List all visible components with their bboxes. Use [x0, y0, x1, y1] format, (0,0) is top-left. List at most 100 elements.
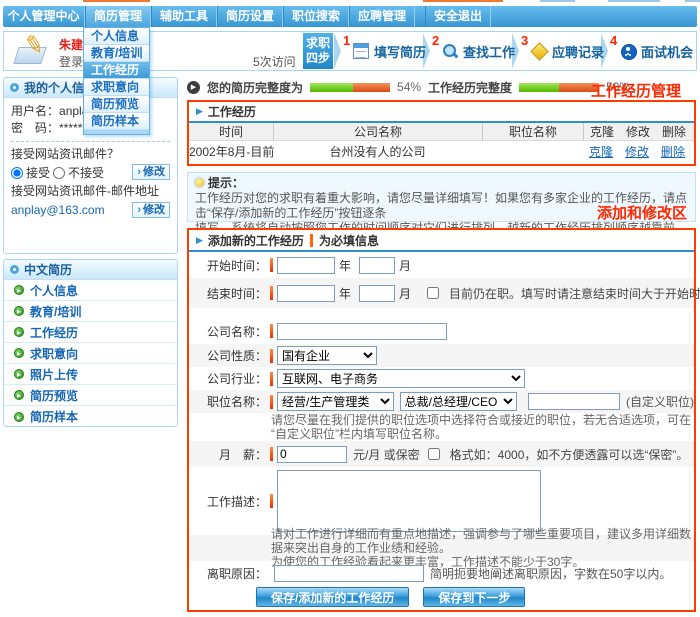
- resume-completeness-pct: 54%: [397, 80, 421, 94]
- magnifier-icon: [442, 43, 458, 59]
- required-marker-icon: [270, 324, 273, 338]
- green-bullet-icon: ▸: [14, 327, 24, 337]
- form-title: 添加新的工作经历: [208, 232, 304, 249]
- accept-label: 接受: [26, 165, 50, 182]
- button-row: 保存/添加新的工作经历 保存到下一步: [189, 585, 694, 609]
- step-number: 4: [610, 33, 617, 48]
- table-row: 2002年8月-目前 台州没有人的公司 克隆 修改 删除: [189, 141, 694, 161]
- custom-position-note: (自定义职位): [626, 393, 694, 410]
- required-marker-icon: [310, 234, 313, 247]
- clone-link[interactable]: 克隆: [589, 145, 613, 159]
- sidebar-item-photo-upload[interactable]: ▸照片上传: [4, 364, 177, 385]
- nav-item-job-search[interactable]: 职位搜索: [283, 6, 349, 27]
- resume-completeness-bar: [310, 83, 390, 92]
- nav-item-application-management[interactable]: 应聘管理: [349, 6, 415, 27]
- person-icon: [620, 43, 636, 59]
- table-header: 时间 公司名称 职位名称 克隆 修改 删除: [189, 123, 694, 141]
- end-month-input[interactable]: [359, 285, 395, 302]
- sidebar-item-work-experience[interactable]: ▸工作经历: [4, 322, 177, 343]
- salary-input[interactable]: [277, 446, 347, 463]
- col-modify: 修改: [620, 123, 656, 140]
- company-name-row: 公司名称：: [189, 318, 694, 344]
- sidebar-item-personal-info[interactable]: ▸个人信息: [4, 280, 177, 301]
- step-label: 面试机会: [641, 42, 693, 61]
- modify-mail-addr-button[interactable]: ›修改: [132, 202, 170, 218]
- panel-header: 中文简历: [4, 260, 177, 280]
- nav-item-logout[interactable]: 安全退出: [425, 6, 491, 27]
- salary-secret-checkbox[interactable]: [428, 448, 440, 460]
- nav-item-resume-management[interactable]: 简历管理: [85, 6, 151, 27]
- required-marker-icon: [270, 349, 273, 363]
- resign-reason-input[interactable]: [274, 565, 424, 582]
- visit-count-text: 5次访问: [253, 53, 296, 70]
- start-year-input[interactable]: [277, 257, 335, 274]
- work-completeness-label: 工作经历完整度: [428, 79, 512, 96]
- mail-question: 接受网站资讯邮件？: [11, 146, 170, 163]
- sidebar-item-education-training[interactable]: ▸教育/培训: [4, 301, 177, 322]
- nav-item-personal-center[interactable]: 个人管理中心: [3, 6, 85, 27]
- menu-item-resume-preview[interactable]: 简历预览: [84, 96, 149, 113]
- sidebar-item-resume-sample[interactable]: ▸简历样本: [4, 406, 177, 427]
- resume-management-dropdown: 个人信息 教育/培训 工作经历 求职意向 简历预览 简历样本: [83, 27, 150, 135]
- end-time-row: 结束时间： 年 月 目前仍在职。填写时请注意结束时间大于开始时间。: [189, 278, 694, 308]
- top-tick: [608, 0, 660, 2]
- start-time-row: 开始时间： 年 月: [189, 252, 694, 278]
- company-name-input[interactable]: [277, 323, 447, 340]
- col-time: 时间: [189, 123, 273, 140]
- triangle-icon: ▶: [196, 106, 203, 117]
- salary-unit: 元/月 或保密: [353, 446, 420, 463]
- reject-radio[interactable]: [53, 167, 65, 179]
- cell-time: 2002年8月-目前: [189, 143, 273, 160]
- lightbulb-icon: [195, 178, 204, 187]
- start-month-input[interactable]: [359, 257, 395, 274]
- salary-note: 格式如：4000，如不方便透露可以选“保密”。: [450, 446, 689, 463]
- col-position: 职位名称: [482, 123, 583, 140]
- four-steps-badge: 求职四步: [303, 33, 333, 69]
- col-clone: 克隆: [584, 123, 620, 140]
- section-title: 工作经历: [208, 103, 256, 120]
- save-add-button[interactable]: 保存/添加新的工作经历: [256, 587, 409, 607]
- calendar-icon: [353, 43, 369, 59]
- job-description-textarea[interactable]: [277, 470, 541, 532]
- current-job-checkbox[interactable]: [427, 287, 439, 299]
- position-select[interactable]: 总裁/总经理/CEO: [400, 392, 517, 411]
- modify-link[interactable]: 修改: [625, 145, 649, 159]
- step-interview-chance[interactable]: 4 面试机会: [609, 33, 689, 69]
- required-marker-icon: [270, 372, 273, 386]
- nav-item-resume-settings[interactable]: 简历设置: [217, 6, 283, 27]
- step-application-record[interactable]: 3 应聘记录: [520, 33, 600, 69]
- company-nature-select[interactable]: 国有企业: [277, 346, 377, 365]
- position-row: 职位名称： 经营/生产管理类 总裁/总经理/CEO (自定义职位): [189, 390, 694, 413]
- menu-item-personal-info[interactable]: 个人信息: [84, 28, 149, 45]
- custom-position-input[interactable]: [528, 393, 620, 410]
- industry-select[interactable]: 互联网、电子商务: [277, 369, 525, 388]
- mail-addr-label: 接受网站资讯邮件-邮件地址: [11, 183, 170, 200]
- gem-icon: [531, 43, 547, 59]
- step-number: 2: [432, 33, 439, 48]
- mail-radio-row: 接受 不接受 ›修改: [11, 163, 170, 183]
- menu-item-resume-sample[interactable]: 简历样本: [84, 113, 149, 130]
- menu-item-education-training[interactable]: 教育/培训: [84, 45, 149, 62]
- step-find-job[interactable]: 2 查找工作: [431, 33, 511, 69]
- menu-item-job-intention[interactable]: 求职意向: [84, 79, 149, 96]
- description-row: 工作描述：: [189, 467, 694, 535]
- modify-mail-pref-button[interactable]: ›修改: [132, 164, 170, 180]
- save-next-button[interactable]: 保存到下一步: [423, 587, 525, 607]
- resign-reason-row: 离职原因： 简明扼要地阐述离职原因，字数在50字以内。: [189, 561, 694, 585]
- position-category-select[interactable]: 经营/生产管理类: [277, 392, 394, 411]
- step-fill-resume[interactable]: 1 填写简历: [342, 33, 422, 69]
- sidebar-item-job-intention[interactable]: ▸求职意向: [4, 343, 177, 364]
- menu-item-work-experience[interactable]: 工作经历: [84, 62, 149, 79]
- green-bullet-icon: ▸: [14, 306, 24, 316]
- end-year-input[interactable]: [277, 285, 335, 302]
- panel-title: 中文简历: [24, 261, 72, 278]
- nav-item-tools[interactable]: 辅助工具: [151, 6, 217, 27]
- work-experience-box: ▶ 工作经历 时间 公司名称 职位名称 克隆 修改 删除 2002年8月-目前 …: [187, 100, 696, 166]
- annotation-work-experience-management: 工作经历管理: [591, 80, 681, 101]
- step-number: 1: [343, 33, 350, 48]
- delete-link[interactable]: 删除: [661, 145, 685, 159]
- col-company: 公司名称: [273, 123, 482, 140]
- sidebar-item-resume-preview[interactable]: ▸简历预览: [4, 385, 177, 406]
- accept-radio[interactable]: [11, 167, 23, 179]
- mail-addr-row: anplay@163.com ›修改: [11, 200, 170, 220]
